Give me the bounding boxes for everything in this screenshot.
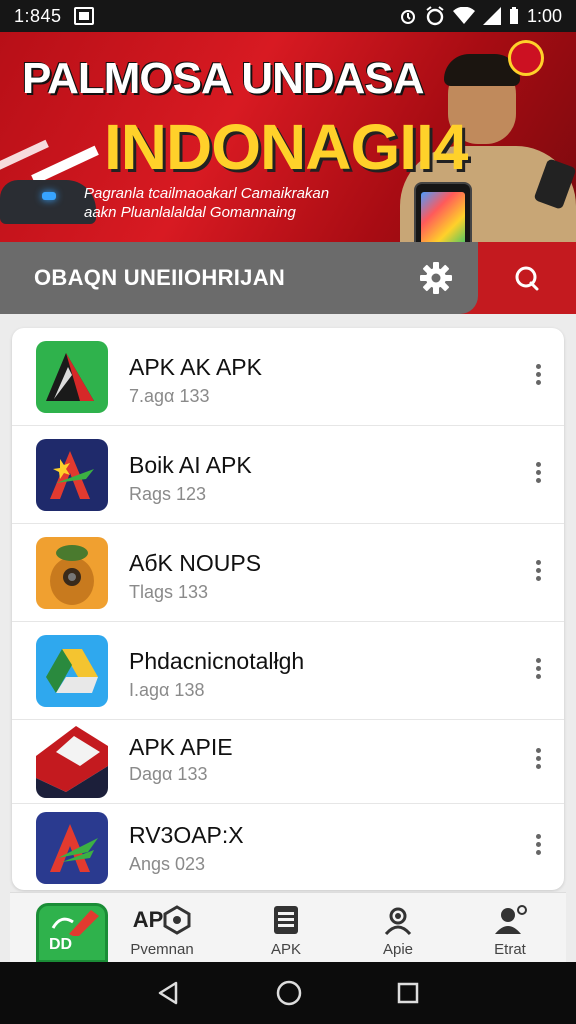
app-name: APK APIE [129,734,233,760]
home-icon[interactable] [275,979,303,1007]
signal-icon [482,7,501,25]
banner-subtitle-line1: Pagranla tcailmaoakarl Camaikrakan [84,185,330,202]
app-name: Boik AI APK [129,452,252,478]
app-meta: Rags 123 [129,484,207,504]
nav-label: APK [270,941,301,958]
app-list: APK AK APK 7.agα 133 Boik AI APK Rags 12… [12,328,564,890]
header-title: OBAQN UNEIIOHRIJAN [34,265,286,290]
list-item[interactable]: APK AK APK 7.agα 133 [12,328,564,426]
status-icons: 1:00 [399,6,562,27]
orange-character-icon [36,537,108,609]
system-nav-bar [0,962,576,1024]
more-options-icon[interactable] [534,364,542,390]
list-icon [274,906,298,934]
nav-label: Apie [382,941,414,958]
list-item[interactable]: Phdacnicnotalłgh I.agα 138 [12,622,564,720]
drive-icon [36,635,108,707]
status-bar: 1:845 1:00 [0,0,576,32]
status-time: 1:845 [14,5,62,26]
green-a-icon [36,341,108,413]
wifi-icon [452,7,475,24]
police-car-image [0,180,96,224]
back-icon[interactable] [156,980,182,1006]
list-item[interactable]: RV3OAP:X Angs 023 [12,804,564,890]
nav-label: Pvemnan [130,941,194,958]
featured-app-label: DD [49,936,73,953]
app-meta: Dagα 133 [129,764,208,784]
emblem-icon [508,40,544,76]
chat-icon[interactable] [512,264,542,294]
nav-item-apk[interactable]: APK [256,903,316,958]
clock-icon [426,6,444,26]
nav-item-etrat[interactable]: Etrat [480,903,540,958]
battery-icon [509,7,518,24]
more-options-icon[interactable] [534,834,542,860]
list-item[interactable]: AбK NOUPS Tlags 133 [12,524,564,622]
more-options-icon[interactable] [534,748,542,774]
app-name: RV3OAP:X [129,822,244,848]
pencil-icon [51,910,99,936]
nav-label: Etrat [494,941,526,958]
hex-icon [163,905,191,935]
phone-image [414,182,472,242]
banner-subtitle-line2: aakn Pluanlalaldal Gomannaing [84,204,296,221]
more-options-icon[interactable] [534,658,542,684]
app-name: AбK NOUPS [129,550,262,576]
banner-subtitle: Pagranla tcailmaoakarl Camaikrakan aakn … [84,184,384,222]
red-book-icon [36,726,108,798]
flag-stripe [0,139,49,173]
nav-item-apie[interactable]: Apie [368,903,428,958]
user-icon [384,907,412,936]
more-options-icon[interactable] [534,462,542,488]
alarm-icon [400,10,415,24]
nav-item-pvemnan[interactable]: AP Pvemnan [122,903,202,958]
list-item[interactable]: Boik AI APK Rags 123 [12,426,564,524]
status-right-time: 1:00 [526,5,562,26]
flag-stripe [31,145,99,185]
banner-title-line2: INDONAGII4 [104,111,468,183]
header-bar: OBAQN UNEIIOHRIJAN [0,242,576,314]
featured-app-icon[interactable]: DD [36,903,108,963]
app-name: APK AK APK [129,354,262,380]
app-meta: 7.agα 133 [129,386,210,406]
list-item[interactable]: APK APIE Dagα 133 [12,720,564,804]
header-title-area: OBAQN UNEIIOHRIJAN [0,242,478,314]
recents-icon[interactable] [396,981,420,1005]
app-meta: Tlags 133 [129,582,209,602]
nav-prefix: AP [132,907,164,932]
app-name: Phdacnicnotalłgh [129,648,305,674]
more-options-icon[interactable] [534,560,542,586]
gear-icon[interactable] [418,260,454,296]
banner-title-line1: PALMOSA UNDASA [22,54,425,103]
screenshot-icon [73,7,94,25]
promo-banner[interactable]: PALMOSA UNDASA INDONAGII4 Pagranla tcail… [0,32,576,242]
bottom-nav: DD AP Pvemnan APK Apie Etrat [10,892,566,963]
app-meta: I.agα 138 [129,680,205,700]
account-icon [495,905,527,934]
app-meta: Angs 023 [129,854,206,874]
navy-a-green-icon [36,812,108,884]
navy-a-icon [36,439,108,511]
